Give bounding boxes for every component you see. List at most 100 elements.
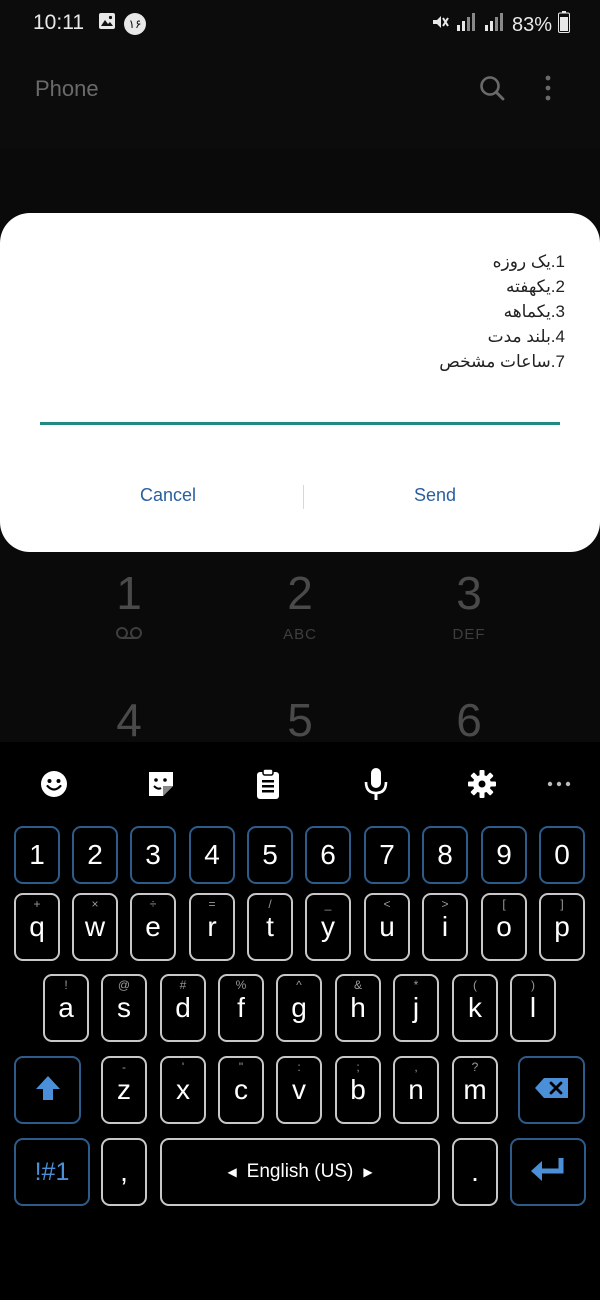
key-1[interactable]: 1 (14, 826, 60, 884)
key-hint: @ (117, 978, 131, 992)
key-label: 4 (204, 839, 220, 870)
shift-icon (33, 1073, 63, 1108)
key-f[interactable]: % f (218, 974, 264, 1042)
key-hint: = (208, 897, 216, 911)
key-hint: : (297, 1060, 301, 1074)
dial-key-4: 4 (69, 697, 189, 743)
key-9[interactable]: 9 (481, 826, 527, 884)
key-label: v (292, 1074, 306, 1105)
signal-icon-2 (484, 13, 506, 37)
key-hint: ; (356, 1060, 360, 1074)
key-hint: > (441, 897, 449, 911)
emoji-icon[interactable] (36, 766, 72, 802)
key-k[interactable]: (k (452, 974, 498, 1042)
key-0[interactable]: 0 (539, 826, 585, 884)
key-hint: ) (531, 978, 535, 992)
key-hint: ÷ (149, 897, 157, 911)
signal-icon (456, 13, 478, 37)
dial-digit: 5 (287, 694, 313, 746)
key-hint: & (353, 978, 362, 992)
key-label: y (321, 911, 335, 942)
key-i[interactable]: > i (422, 893, 468, 961)
key-label: t (266, 911, 274, 942)
key-n[interactable]: ,n (393, 1056, 439, 1124)
key-z[interactable]: -z (101, 1056, 147, 1124)
key-l[interactable]: ) l (510, 974, 556, 1042)
key-label: m (463, 1074, 487, 1105)
gallery-icon (98, 12, 116, 35)
key-hint: / (268, 897, 272, 911)
key-2[interactable]: 2 (72, 826, 118, 884)
symbols-key[interactable]: !#1 (14, 1138, 90, 1206)
key-j[interactable]: * j (393, 974, 439, 1042)
key-hint: + (33, 897, 41, 911)
key-hint: , (414, 1060, 418, 1074)
ussd-line: 1.یک روزه (492, 252, 565, 271)
key-label: q (29, 911, 45, 942)
space-key[interactable]: ◀ English (US) ▶ (160, 1138, 440, 1206)
period-key[interactable]: . (452, 1138, 498, 1206)
key-hint: # (179, 978, 187, 992)
key-d[interactable]: # d (160, 974, 206, 1042)
key-label: n (408, 1074, 424, 1105)
space-language-label: English (US) (246, 1161, 354, 1182)
app-bar: Phone (0, 48, 600, 148)
key-x[interactable]: ' x (160, 1056, 206, 1124)
reply-input[interactable] (40, 389, 560, 421)
reply-input-underline (40, 422, 560, 425)
voicemail-icon (69, 626, 189, 644)
key-r[interactable]: = r (189, 893, 235, 961)
key-label: , (120, 1156, 128, 1187)
language-right-icon: ▶ (363, 1165, 373, 1179)
key-y[interactable]: _ y (305, 893, 351, 961)
key-label: 9 (496, 839, 512, 870)
ussd-line: 3.یکماهه (503, 302, 565, 321)
backspace-key[interactable] (518, 1056, 585, 1124)
key-label: 6 (320, 839, 336, 870)
more-options-icon[interactable] (540, 74, 556, 107)
key-8[interactable]: 8 (422, 826, 468, 884)
key-label: z (117, 1074, 131, 1105)
notification-badge: ۱۶ (124, 12, 146, 35)
ussd-dialog: 1.یک روزه 2.یکهفته 3.یکماهه 4.بلند مدت 7… (0, 213, 600, 552)
key-e[interactable]: ÷ e (130, 893, 176, 961)
search-icon[interactable] (478, 74, 506, 107)
enter-key[interactable] (510, 1138, 586, 1206)
more-icon[interactable] (541, 766, 577, 802)
cancel-button[interactable]: Cancel (118, 485, 218, 506)
sticker-icon[interactable] (143, 766, 179, 802)
key-u[interactable]: < u (364, 893, 410, 961)
key-3[interactable]: 3 (130, 826, 176, 884)
key-p[interactable]: ] p (539, 893, 585, 961)
key-w[interactable]: × w (72, 893, 118, 961)
key-label: x (176, 1074, 190, 1105)
key-4[interactable]: 4 (189, 826, 235, 884)
key-m[interactable]: ? m (452, 1056, 498, 1124)
dial-digit: 2 (287, 567, 313, 619)
key-a[interactable]: ! a (43, 974, 89, 1042)
key-g[interactable]: ^ g (276, 974, 322, 1042)
settings-icon[interactable] (464, 766, 500, 802)
key-label: 2 (87, 839, 103, 870)
key-label: p (554, 911, 570, 942)
key-6[interactable]: 6 (305, 826, 351, 884)
key-s[interactable]: @ s (101, 974, 147, 1042)
key-h[interactable]: & h (335, 974, 381, 1042)
microphone-icon[interactable] (358, 766, 394, 802)
key-o[interactable]: [o (481, 893, 527, 961)
key-v[interactable]: :v (276, 1056, 322, 1124)
key-label: g (291, 992, 307, 1023)
key-t[interactable]: / t (247, 893, 293, 961)
key-c[interactable]: " c (218, 1056, 264, 1124)
send-button[interactable]: Send (385, 485, 485, 506)
shift-key[interactable] (14, 1056, 81, 1124)
clipboard-icon[interactable] (250, 766, 286, 802)
comma-key[interactable]: , (101, 1138, 147, 1206)
key-q[interactable]: + q (14, 893, 60, 961)
key-7[interactable]: 7 (364, 826, 410, 884)
key-label: 5 (262, 839, 278, 870)
key-5[interactable]: 5 (247, 826, 293, 884)
status-time: 10:11 (33, 11, 84, 34)
ussd-line: 7.ساعات مشخص (439, 352, 565, 371)
key-b[interactable]: ; b (335, 1056, 381, 1124)
